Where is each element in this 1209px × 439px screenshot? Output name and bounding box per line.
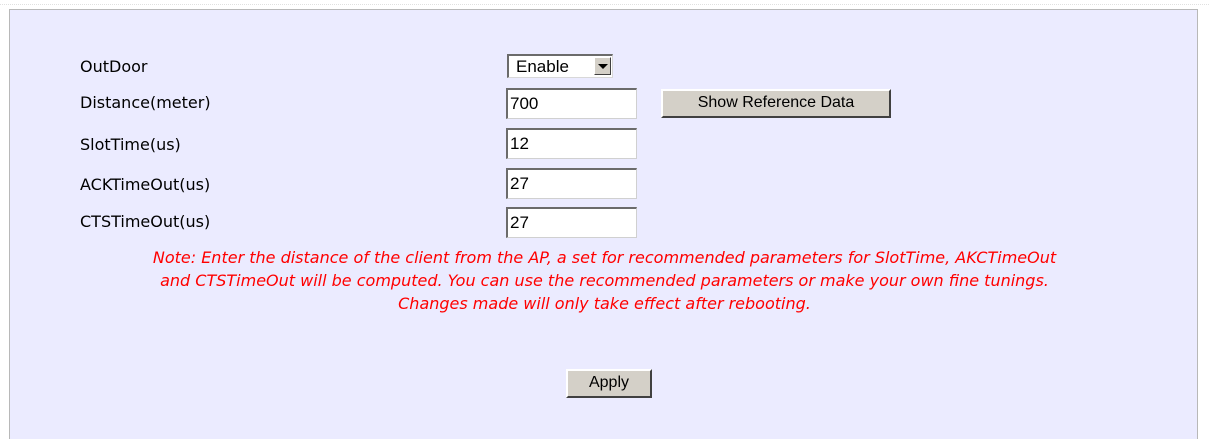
cts-timeout-label: CTSTimeOut(us) bbox=[80, 212, 211, 231]
distance-label: Distance(meter) bbox=[80, 93, 211, 112]
apply-button[interactable]: Apply bbox=[566, 369, 652, 398]
outdoor-select[interactable]: Enable bbox=[507, 54, 613, 78]
slot-time-label: SlotTime(us) bbox=[80, 135, 181, 154]
show-reference-data-button[interactable]: Show Reference Data bbox=[661, 89, 891, 118]
note-line-1: Note: Enter the distance of the client f… bbox=[152, 248, 1057, 267]
frame-top-border bbox=[0, 4, 1209, 6]
chevron-down-icon[interactable] bbox=[594, 57, 611, 75]
slot-time-input[interactable]: 12 bbox=[506, 128, 637, 159]
outdoor-label: OutDoor bbox=[80, 57, 148, 76]
note-line-3: Changes made will only take effect after… bbox=[398, 294, 811, 313]
outdoor-select-value: Enable bbox=[516, 57, 569, 76]
note-line-2: and CTSTimeOut will be computed. You can… bbox=[160, 271, 1049, 290]
reboot-note: Note: Enter the distance of the client f… bbox=[0, 246, 1209, 315]
distance-input[interactable]: 700 bbox=[506, 88, 637, 119]
ack-timeout-input[interactable]: 27 bbox=[506, 168, 637, 199]
ack-timeout-label: ACKTimeOut(us) bbox=[80, 175, 211, 194]
cts-timeout-input[interactable]: 27 bbox=[506, 207, 637, 238]
